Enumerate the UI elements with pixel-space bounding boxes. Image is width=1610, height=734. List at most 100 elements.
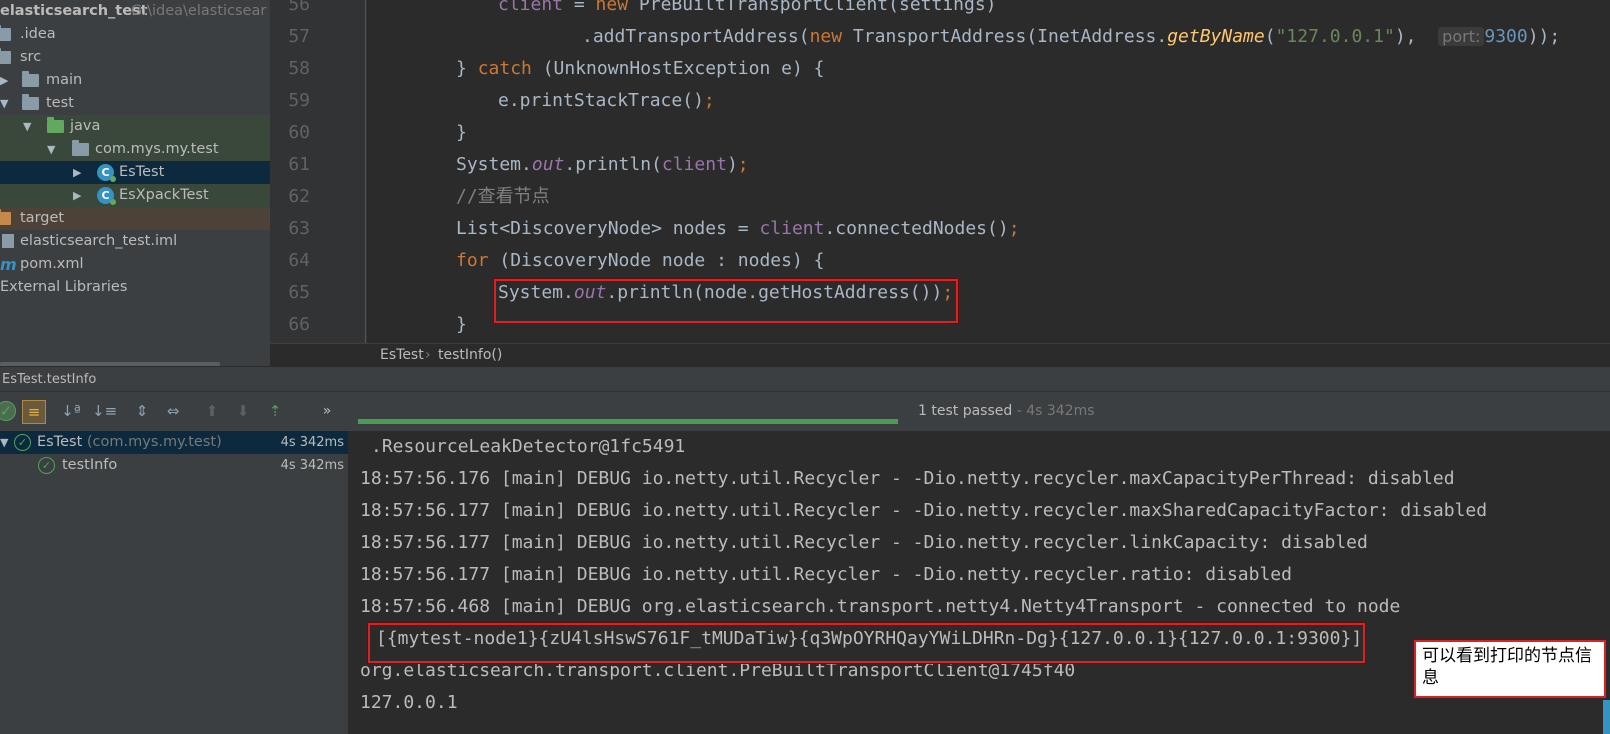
console-line: 18:57:56.177 [main] DEBUG io.netty.util.… [360, 500, 1488, 521]
tree-item-test[interactable]: ▼ test [0, 92, 270, 115]
tree-item-external-libraries[interactable]: External Libraries [0, 276, 270, 299]
code-line-61: System.out.println(client); [456, 154, 749, 175]
line-number: 65 [288, 282, 310, 303]
console-line: .ResourceLeakDetector@1fc5491 [371, 436, 686, 457]
console-line: 18:57:56.176 [main] DEBUG io.netty.util.… [360, 468, 1455, 489]
next-failed-icon[interactable]: ⬇ [232, 400, 254, 422]
line-number: 66 [288, 314, 310, 335]
code-line-62: //查看节点 [456, 186, 550, 207]
expand-arrow-icon[interactable]: ▶ [0, 69, 12, 92]
test-duration: 4s 342ms [280, 435, 344, 450]
tree-item-label: elasticsearch_test.iml [20, 233, 178, 249]
line-number: 61 [288, 154, 310, 175]
tree-item-estest[interactable]: ▶ C EsTest [0, 161, 270, 184]
scroll-edge [1603, 700, 1610, 734]
project-root-path: G:\idea\elasticsear [131, 3, 267, 19]
test-folder-icon [47, 117, 64, 133]
tree-item-iml[interactable]: elasticsearch_test.iml [0, 230, 270, 253]
folder-icon [22, 94, 39, 110]
collapse-arrow-icon[interactable]: ▼ [23, 115, 35, 138]
tree-item-main[interactable]: ▶ main [0, 69, 270, 92]
tree-item-label: main [46, 72, 83, 88]
expand-arrow-icon[interactable]: ▶ [73, 161, 85, 184]
highlight-box [368, 623, 1365, 663]
highlight-box [494, 279, 958, 323]
collapse-arrow-icon[interactable]: ▼ [0, 431, 8, 454]
parameter-hint: port: [1438, 27, 1485, 46]
tree-item-label: EsXpackTest [119, 187, 209, 203]
tree-item-package[interactable]: ▼ com.mys.my.test [0, 138, 270, 161]
line-number: 60 [288, 122, 310, 143]
run-config-name: EsTest.testInfo [2, 372, 97, 387]
test-status: 1 test passed - 4s 342ms [918, 403, 1095, 419]
tree-item-pom[interactable]: m pom.xml [0, 253, 270, 276]
package-icon [72, 140, 89, 156]
tree-item-label: target [20, 210, 65, 226]
tree-item-idea[interactable]: .idea [0, 23, 270, 46]
tree-item-target[interactable]: target [0, 207, 270, 230]
indent-guide [366, 0, 368, 343]
folder-icon [22, 71, 39, 87]
console-line: 127.0.0.1 [360, 692, 458, 713]
export-icon[interactable]: ⇡ [264, 400, 286, 422]
collapse-arrow-icon[interactable]: ▼ [0, 92, 12, 115]
breadcrumb-separator: › [425, 347, 431, 363]
more-actions-icon[interactable]: » [316, 400, 338, 422]
code-editor[interactable]: 56 57 58 59 60 61 62 63 64 65 66 client … [270, 0, 1610, 343]
tree-item-esxpacktest[interactable]: ▶ C EsXpackTest [0, 184, 270, 207]
test-duration: 4s 342ms [280, 458, 344, 473]
tree-item-src[interactable]: src [0, 46, 270, 69]
test-progress-bar [358, 419, 898, 424]
passed-icon: ✓ [38, 457, 55, 474]
test-suite-row[interactable]: ▼ ✓ EsTest (com.mys.my.test) 4s 342ms [0, 431, 348, 454]
console-line: 18:57:56.468 [main] DEBUG org.elasticsea… [360, 596, 1401, 617]
sort-alpha-icon[interactable]: ↓ª [60, 400, 82, 422]
pass-filter-icon[interactable]: ✓ [0, 401, 16, 421]
line-number: 56 [288, 0, 310, 15]
project-root[interactable]: elasticsearch_test G:\idea\elasticsear [0, 0, 270, 23]
tree-item-label: External Libraries [0, 279, 128, 295]
prev-failed-icon[interactable]: ⬆ [201, 400, 223, 422]
tree-item-label: .idea [20, 26, 56, 42]
breadcrumb-class[interactable]: EsTest [380, 344, 424, 366]
test-case-row[interactable]: ✓ testInfo 4s 342ms [0, 454, 348, 477]
line-number: 59 [288, 90, 310, 111]
expand-all-icon[interactable]: ⇕ [131, 400, 153, 422]
breadcrumb-method[interactable]: testInfo() [438, 344, 502, 366]
test-class-icon: C [97, 164, 116, 182]
excluded-folder-icon [0, 209, 11, 225]
tree-item-label: src [20, 49, 42, 65]
line-number: 57 [288, 26, 310, 47]
run-toolbar: ✓ ≡ ↓ª ↓≡ ⇕ ⇔ ⬆ ⬇ ⇡ » [0, 391, 1610, 432]
passed-icon: ✓ [14, 434, 31, 451]
sort-duration-icon[interactable]: ↓≡ [92, 400, 117, 422]
maven-icon: m [0, 255, 17, 274]
breadcrumb: EsTest › testInfo() [270, 343, 1610, 367]
expand-arrow-icon[interactable]: ▶ [73, 184, 85, 207]
ignored-filter-icon[interactable]: ≡ [22, 400, 46, 424]
line-number: 62 [288, 186, 310, 207]
collapse-all-icon[interactable]: ⇔ [162, 400, 184, 422]
run-window-title: EsTest.testInfo [0, 366, 1610, 392]
collapse-arrow-icon[interactable]: ▼ [47, 138, 59, 161]
project-tree-panel: elasticsearch_test G:\idea\elasticsear .… [0, 0, 270, 376]
tree-item-label: pom.xml [20, 256, 84, 272]
line-number: 58 [288, 58, 310, 79]
code-line-63: List<DiscoveryNode> nodes = client.conne… [456, 218, 1020, 239]
module-file-icon [2, 234, 14, 248]
code-line-59: e.printStackTrace(); [498, 90, 715, 111]
console-line: 18:57:56.177 [main] DEBUG io.netty.util.… [360, 532, 1368, 553]
tree-item-label: test [46, 95, 74, 111]
tree-item-label: java [70, 118, 101, 134]
annotation-note: 可以看到打印的节点信息 [1414, 640, 1606, 698]
tree-item-java[interactable]: ▼ java [0, 115, 270, 138]
console-line: 18:57:56.177 [main] DEBUG io.netty.util.… [360, 564, 1292, 585]
project-root-name: elasticsearch_test [0, 3, 148, 19]
code-line-56: client = new PreBuiltTransportClient(set… [498, 0, 997, 15]
test-results-tree: ▼ ✓ EsTest (com.mys.my.test) 4s 342ms ✓ … [0, 431, 349, 734]
folder-icon [0, 25, 11, 41]
test-suite-name: EsTest (com.mys.my.test) [37, 434, 222, 450]
test-class-icon: C [97, 187, 116, 205]
code-line-58: } catch (UnknownHostException e) { [456, 58, 825, 79]
code-line-66: } [456, 314, 467, 335]
